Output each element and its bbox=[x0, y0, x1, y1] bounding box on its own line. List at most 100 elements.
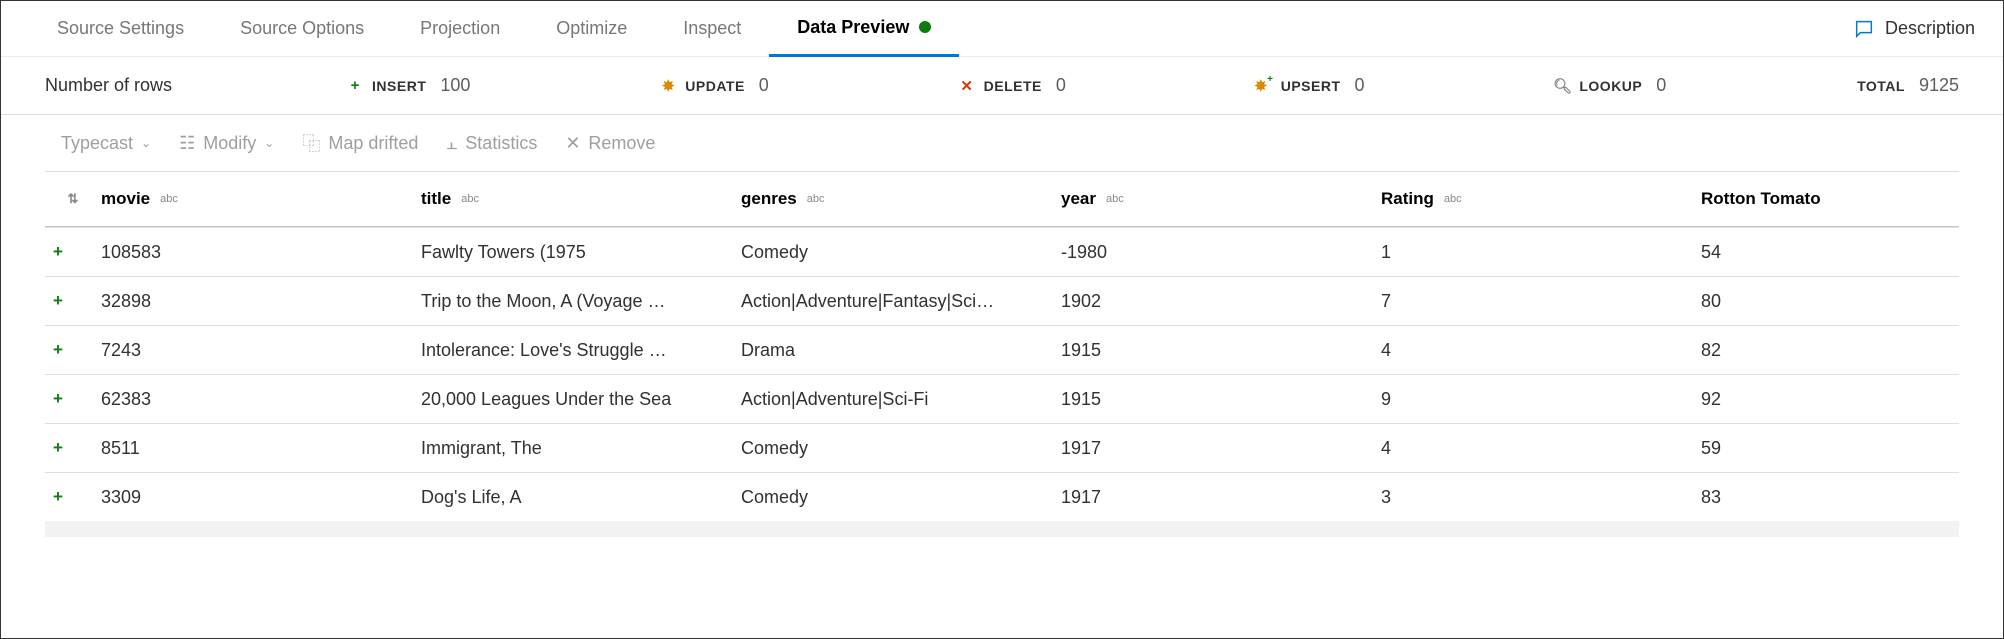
type-badge: abc bbox=[461, 193, 479, 205]
search-icon: 🔍︎ bbox=[1555, 79, 1569, 93]
stat-total-value: 9125 bbox=[1919, 75, 1959, 96]
stat-upsert: ✸+ UPSERT 0 bbox=[1257, 75, 1365, 96]
stats-bar: Number of rows + INSERT 100 ✸ UPDATE 0 ✕… bbox=[1, 57, 2003, 115]
cell-rt: 83 bbox=[1701, 487, 1901, 508]
map-drifted-button[interactable]: ⿻ Map drifted bbox=[302, 130, 418, 156]
sort-icon[interactable]: ⇅ bbox=[45, 191, 101, 207]
cell-year: 1915 bbox=[1061, 389, 1381, 410]
tab-label: Optimize bbox=[556, 18, 627, 39]
description-label: Description bbox=[1885, 18, 1975, 39]
stat-lookup-value: 0 bbox=[1656, 75, 1666, 96]
cell-year: -1980 bbox=[1061, 242, 1381, 263]
typecast-button[interactable]: Typecast ⌄ bbox=[61, 133, 151, 154]
table-row[interactable]: +108583Fawlty Towers (1975Comedy-1980154 bbox=[45, 227, 1959, 276]
stat-delete: ✕ DELETE 0 bbox=[960, 75, 1066, 96]
column-header-year[interactable]: year abc bbox=[1061, 189, 1381, 209]
cell-genres: Action|Adventure|Sci-Fi bbox=[741, 389, 1061, 410]
x-icon: ✕ bbox=[960, 79, 974, 93]
cell-genres: Action|Adventure|Fantasy|Sci… bbox=[741, 291, 1061, 312]
modify-button[interactable]: ☷ Modify ⌄ bbox=[179, 133, 274, 154]
cell-movie: 8511 bbox=[101, 438, 421, 459]
cell-title: 20,000 Leagues Under the Sea bbox=[421, 389, 741, 410]
stat-upsert-label: UPSERT bbox=[1281, 78, 1341, 94]
close-icon: ✕ bbox=[565, 133, 580, 154]
chevron-down-icon: ⌄ bbox=[264, 136, 274, 150]
tab-source-settings[interactable]: Source Settings bbox=[29, 1, 212, 57]
cell-year: 1917 bbox=[1061, 487, 1381, 508]
stat-delete-value: 0 bbox=[1056, 75, 1066, 96]
cell-genres: Drama bbox=[741, 340, 1061, 361]
table-row[interactable]: +8511Immigrant, TheComedy1917459 bbox=[45, 423, 1959, 472]
comment-icon bbox=[1853, 18, 1875, 40]
tab-label: Projection bbox=[420, 18, 500, 39]
table-row[interactable]: +7243Intolerance: Love's Struggle …Drama… bbox=[45, 325, 1959, 374]
grid-toolbar: Typecast ⌄ ☷ Modify ⌄ ⿻ Map drifted ⫠ St… bbox=[1, 115, 2003, 171]
modify-icon: ☷ bbox=[179, 133, 195, 154]
statistics-button[interactable]: ⫠ Statistics bbox=[446, 133, 537, 154]
column-header-title[interactable]: title abc bbox=[421, 189, 741, 209]
stat-insert: + INSERT 100 bbox=[348, 75, 470, 96]
data-grid: ⇅ movie abc title abc genres abc year ab… bbox=[1, 171, 2003, 537]
cell-rt: 92 bbox=[1701, 389, 1901, 410]
type-badge: abc bbox=[1106, 193, 1124, 205]
cell-movie: 3309 bbox=[101, 487, 421, 508]
stat-total: TOTAL 9125 bbox=[1857, 75, 1959, 96]
cell-movie: 62383 bbox=[101, 389, 421, 410]
cell-rating: 3 bbox=[1381, 487, 1701, 508]
plus-icon: + bbox=[45, 487, 101, 507]
column-name: genres bbox=[741, 189, 797, 209]
tab-data-preview[interactable]: Data Preview bbox=[769, 1, 959, 57]
tab-label: Inspect bbox=[683, 18, 741, 39]
column-name: title bbox=[421, 189, 451, 209]
cell-title: Fawlty Towers (1975 bbox=[421, 242, 741, 263]
table-row[interactable]: +6238320,000 Leagues Under the SeaAction… bbox=[45, 374, 1959, 423]
status-dot-icon bbox=[919, 21, 931, 33]
tab-label: Source Options bbox=[240, 18, 364, 39]
type-badge: abc bbox=[1444, 193, 1462, 205]
tab-label: Data Preview bbox=[797, 17, 909, 38]
stat-insert-value: 100 bbox=[440, 75, 470, 96]
tab-inspect[interactable]: Inspect bbox=[655, 1, 769, 57]
map-icon: ⿻ bbox=[302, 130, 320, 156]
table-row[interactable]: +3309Dog's Life, AComedy1917383 bbox=[45, 472, 1959, 521]
modify-label: Modify bbox=[203, 133, 256, 154]
tab-optimize[interactable]: Optimize bbox=[528, 1, 655, 57]
cell-movie: 32898 bbox=[101, 291, 421, 312]
cell-genres: Comedy bbox=[741, 438, 1061, 459]
cell-rt: 80 bbox=[1701, 291, 1901, 312]
column-name: movie bbox=[101, 189, 150, 209]
plus-icon: + bbox=[45, 291, 101, 311]
cell-rt: 59 bbox=[1701, 438, 1901, 459]
type-badge: abc bbox=[160, 193, 178, 205]
column-header-movie[interactable]: movie abc bbox=[101, 189, 421, 209]
cell-rt: 82 bbox=[1701, 340, 1901, 361]
tab-source-options[interactable]: Source Options bbox=[212, 1, 392, 57]
horizontal-scrollbar[interactable] bbox=[45, 521, 1959, 537]
grid-body: +108583Fawlty Towers (1975Comedy-1980154… bbox=[45, 227, 1959, 521]
stat-insert-label: INSERT bbox=[372, 78, 426, 94]
type-badge: abc bbox=[807, 193, 825, 205]
cell-title: Trip to the Moon, A (Voyage … bbox=[421, 291, 741, 312]
cell-rating: 4 bbox=[1381, 438, 1701, 459]
stat-delete-label: DELETE bbox=[984, 78, 1042, 94]
cell-genres: Comedy bbox=[741, 242, 1061, 263]
description-link[interactable]: Description bbox=[1853, 18, 1975, 40]
table-row[interactable]: +32898Trip to the Moon, A (Voyage …Actio… bbox=[45, 276, 1959, 325]
tab-projection[interactable]: Projection bbox=[392, 1, 528, 57]
remove-button[interactable]: ✕ Remove bbox=[565, 133, 655, 154]
statistics-label: Statistics bbox=[465, 133, 537, 154]
grid-header: ⇅ movie abc title abc genres abc year ab… bbox=[45, 171, 1959, 227]
rows-label: Number of rows bbox=[45, 75, 172, 96]
column-header-genres[interactable]: genres abc bbox=[741, 189, 1061, 209]
column-name: Rating bbox=[1381, 189, 1434, 209]
remove-label: Remove bbox=[588, 133, 655, 154]
cell-year: 1902 bbox=[1061, 291, 1381, 312]
cell-genres: Comedy bbox=[741, 487, 1061, 508]
column-header-rotten-tomato[interactable]: Rotton Tomato bbox=[1701, 189, 1901, 209]
cell-title: Dog's Life, A bbox=[421, 487, 741, 508]
cell-movie: 108583 bbox=[101, 242, 421, 263]
stat-total-label: TOTAL bbox=[1857, 78, 1905, 94]
chart-icon: ⫠ bbox=[446, 133, 457, 154]
tab-bar: Source Settings Source Options Projectio… bbox=[1, 1, 2003, 57]
column-header-rating[interactable]: Rating abc bbox=[1381, 189, 1701, 209]
